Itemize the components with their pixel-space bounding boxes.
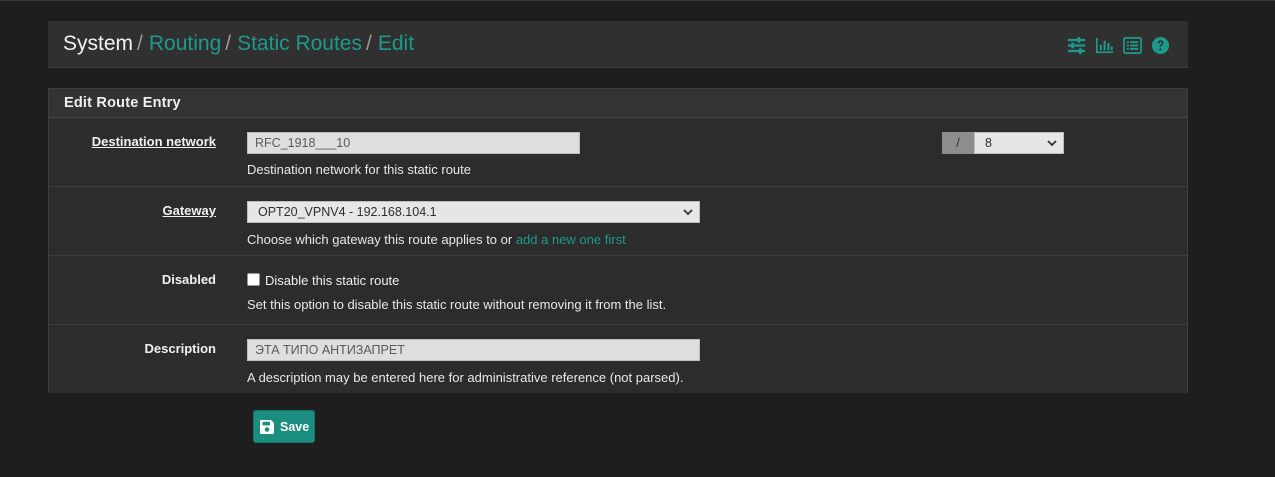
destination-help: Destination network for this static rout… <box>247 162 471 177</box>
destination-field-wrap <box>247 132 580 154</box>
page-header: System / Routing / Static Routes / Edit <box>48 21 1188 68</box>
disable-route-checkbox-label[interactable]: Disable this static route <box>265 273 399 288</box>
breadcrumb-separator: / <box>366 32 372 55</box>
chevron-down-icon <box>683 209 693 216</box>
help-icon[interactable] <box>1151 36 1170 55</box>
gateway-select[interactable]: OPT20_VPNV4 - 192.168.104.1 <box>247 201 700 223</box>
description-row: Description A description may be entered… <box>49 325 1187 393</box>
gateway-help: Choose which gateway this route applies … <box>247 232 626 247</box>
edit-route-panel: Edit Route Entry Destination network / 8… <box>48 88 1188 393</box>
netmask-select[interactable]: 8 <box>974 132 1064 154</box>
panel-title: Edit Route Entry <box>49 89 1187 118</box>
disable-route-checkbox[interactable] <box>247 273 260 286</box>
destination-row: Destination network / 8 Destination netw… <box>49 118 1187 187</box>
gateway-help-text: Choose which gateway this route applies … <box>247 232 516 247</box>
header-icon-bar <box>1067 36 1170 55</box>
disabled-label: Disabled <box>161 272 216 287</box>
bar-chart-icon[interactable] <box>1095 36 1114 55</box>
netmask-slash: / <box>942 132 974 154</box>
save-button-label: Save <box>280 419 310 434</box>
breadcrumb: System / Routing / Static Routes / Edit <box>63 32 414 56</box>
description-label: Description <box>144 341 216 356</box>
gateway-row: Gateway OPT20_VPNV4 - 192.168.104.1 Choo… <box>49 187 1187 256</box>
top-border <box>0 0 1275 1</box>
gateway-field-wrap: OPT20_VPNV4 - 192.168.104.1 <box>247 201 700 223</box>
save-button[interactable]: Save <box>253 410 315 443</box>
disabled-row: Disabled Disable this static route Set t… <box>49 256 1187 325</box>
destination-label[interactable]: Destination network <box>92 134 216 149</box>
breadcrumb-edit[interactable]: Edit <box>378 32 414 55</box>
list-icon[interactable] <box>1123 36 1142 55</box>
breadcrumb-separator: / <box>137 32 143 55</box>
sliders-icon[interactable] <box>1067 36 1086 55</box>
netmask-group: / 8 <box>942 132 1064 154</box>
chevron-down-icon <box>1047 140 1057 147</box>
breadcrumb-system: System <box>63 32 134 55</box>
description-input[interactable] <box>247 339 700 361</box>
netmask-select-value: 8 <box>985 136 992 150</box>
gateway-select-value: OPT20_VPNV4 - 192.168.104.1 <box>258 205 437 219</box>
description-help: A description may be entered here for ad… <box>247 370 684 385</box>
breadcrumb-routing[interactable]: Routing <box>149 32 221 55</box>
add-gateway-link[interactable]: add a new one first <box>516 232 626 247</box>
breadcrumb-static-routes[interactable]: Static Routes <box>237 32 362 55</box>
save-icon <box>260 419 274 434</box>
gateway-label[interactable]: Gateway <box>163 203 216 218</box>
disabled-help: Set this option to disable this static r… <box>247 297 667 312</box>
destination-input[interactable] <box>247 132 580 154</box>
disabled-field-wrap: Disable this static route <box>247 272 399 290</box>
breadcrumb-separator: / <box>225 32 232 55</box>
description-field-wrap <box>247 339 700 361</box>
